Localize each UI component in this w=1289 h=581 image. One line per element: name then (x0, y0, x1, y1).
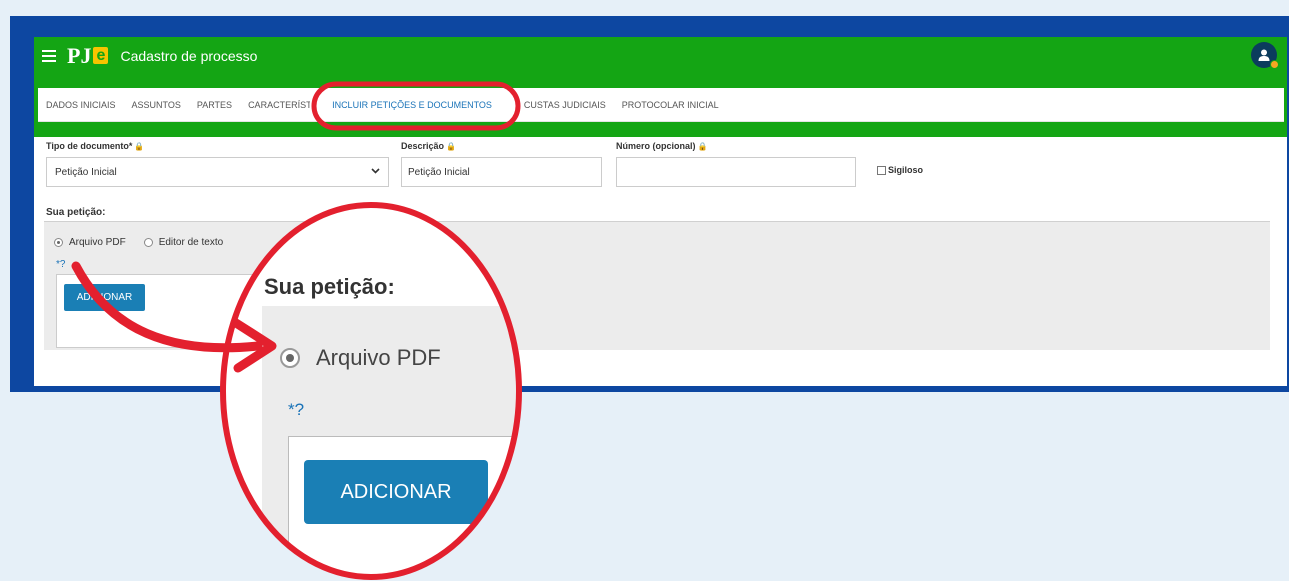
zoom-required-mark: * (288, 400, 295, 419)
peticao-type-options: Arquivo PDF Editor de texto (54, 237, 223, 248)
radio-arquivo-pdf-label: Arquivo PDF (69, 237, 126, 248)
tipo-documento-label: Tipo de documento* 🔒 (46, 141, 145, 151)
tipo-documento-select[interactable]: Petição Inicial (46, 157, 389, 187)
sua-peticao-label: Sua petição: (46, 207, 106, 218)
status-dot (1270, 60, 1279, 69)
page-title: Cadastro de processo (120, 47, 258, 64)
sigiloso-label: Sigiloso (888, 165, 924, 175)
tipo-documento-value: Petição Inicial (55, 166, 117, 178)
zoom-radio-arquivo-pdf: Arquivo PDF (280, 345, 441, 371)
chevron-down-icon (371, 166, 380, 178)
tab-dados-iniciais[interactable]: DADOS INICIAIS (38, 88, 124, 121)
process-tabs: DADOS INICIAIS ASSUNTOS PARTES CARACTERÍ… (38, 88, 1284, 122)
tab-caracteristicas[interactable]: CARACTERÍSTICAS (240, 88, 310, 121)
numero-label: Número (opcional) 🔒 (616, 141, 708, 151)
descricao-input[interactable] (401, 157, 602, 187)
zoom-radio-arquivo-pdf-label: Arquivo PDF (316, 345, 441, 370)
device-frame: PJ e Cadastro de processo DADOS INICIAIS … (10, 16, 1289, 392)
tab-incluir-peticoes[interactable]: INCLUIR PETIÇÕES E DOCUMENTOS (310, 88, 508, 121)
radio-arquivo-pdf[interactable] (54, 238, 63, 247)
descricao-label: Descrição 🔒 (401, 141, 456, 151)
tab-protocolar-inicial[interactable]: PROTOCOLAR INICIAL (614, 88, 727, 121)
user-silhouette-icon (1258, 49, 1270, 61)
zoom-radio-selected-icon (280, 348, 300, 368)
zoom-sua-peticao-label: Sua petição: (264, 274, 395, 299)
radio-editor-texto[interactable] (143, 238, 153, 247)
adicionar-button[interactable]: ADICIONAR (64, 284, 145, 311)
top-bar: PJ e Cadastro de processo DADOS INICIAIS … (34, 37, 1287, 137)
lock-icon: 🔒 (697, 142, 708, 151)
hamburger-menu-icon[interactable] (42, 49, 56, 62)
numero-input[interactable] (616, 157, 856, 187)
lock-icon: 🔒 (446, 142, 456, 151)
tab-assuntos[interactable]: ASSUNTOS (124, 88, 189, 121)
logo-text: PJ (67, 42, 92, 68)
zoom-help-icon: ? (294, 400, 305, 419)
user-avatar-icon[interactable] (1251, 42, 1279, 69)
sigiloso-checkbox[interactable]: Sigiloso (877, 165, 923, 175)
tab-partes[interactable]: PARTES (189, 88, 240, 121)
tab-custas-judiciais[interactable]: CUSTAS JUDICIAIS (508, 88, 614, 121)
zoom-required-help: *? (288, 400, 304, 420)
radio-editor-texto-label: Editor de texto (158, 237, 224, 248)
zoom-magnifier: Sua petição: Arquivo PDF *? ADICIONAR (222, 204, 520, 578)
checkbox-icon[interactable] (877, 165, 886, 175)
pje-logo[interactable]: PJ e (67, 42, 109, 69)
zoom-adicionar-button: ADICIONAR (304, 460, 488, 524)
required-help: *? (56, 259, 65, 270)
lock-icon: 🔒 (134, 142, 145, 151)
logo-accent: e (93, 47, 109, 64)
help-icon[interactable]: ? (60, 259, 66, 270)
